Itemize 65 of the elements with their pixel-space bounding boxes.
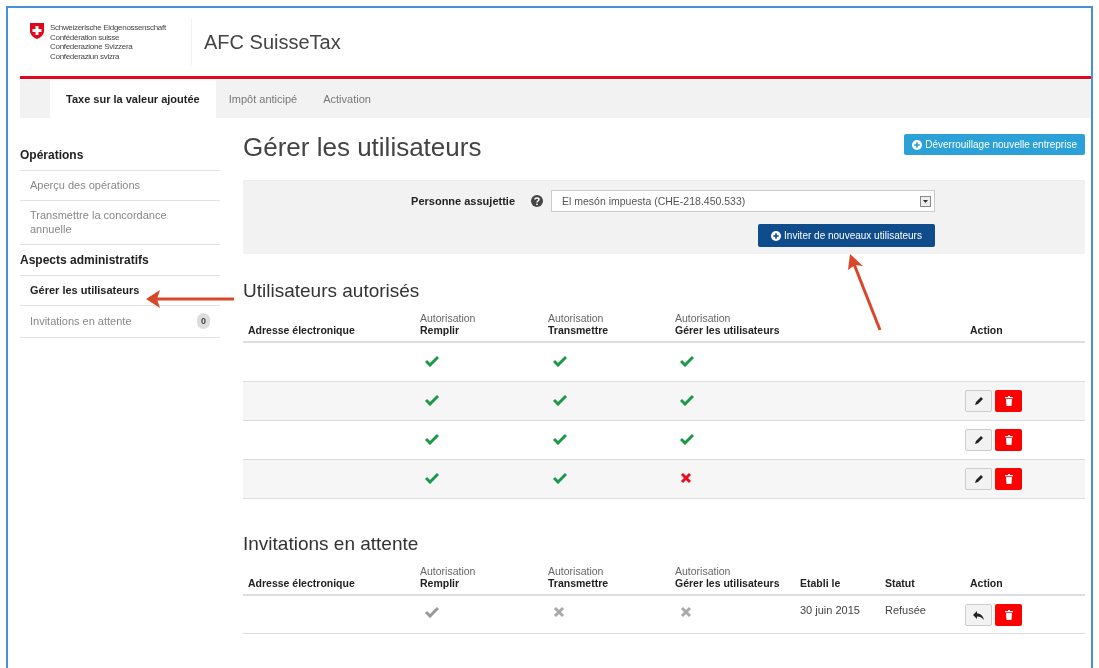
column-header: Statut bbox=[885, 577, 916, 589]
sidebar-item-label: Gérer les utilisateurs bbox=[30, 283, 140, 297]
count-badge: 0 bbox=[197, 313, 210, 329]
reply-icon bbox=[973, 610, 984, 620]
emblem-text: Confédération suisse bbox=[50, 32, 121, 42]
column-header: Transmettre bbox=[548, 577, 610, 589]
sidebar-item-label: Invitations en attente bbox=[30, 314, 132, 328]
nav-tab[interactable]: Activation bbox=[310, 80, 384, 118]
column-caption: Autorisation bbox=[548, 312, 605, 324]
trash-icon bbox=[1004, 610, 1013, 620]
taxpayer-select[interactable]: El mesón impuesta (CHE-218.450.533) bbox=[551, 190, 935, 212]
table-cell-text: Refusée bbox=[884, 604, 927, 616]
delete-button[interactable] bbox=[995, 390, 1022, 412]
edit-button[interactable] bbox=[965, 429, 992, 451]
swiss-shield-icon bbox=[30, 23, 44, 39]
dropdown-arrow-icon bbox=[923, 199, 928, 203]
column-caption: Autorisation bbox=[675, 565, 732, 577]
delete-button[interactable] bbox=[995, 468, 1022, 490]
column-header: Adresse électronique bbox=[248, 324, 356, 336]
column-header: Remplir bbox=[420, 577, 461, 589]
column-caption: Autorisation bbox=[420, 312, 477, 324]
page-title: Gérer les utilisateurs bbox=[243, 132, 482, 163]
column-header: Action bbox=[970, 324, 1004, 336]
trash-icon bbox=[1004, 474, 1013, 484]
column-header: Etabli le bbox=[800, 577, 842, 589]
sidebar-item[interactable]: Invitations en attente 0 bbox=[20, 306, 220, 338]
delete-button[interactable] bbox=[995, 604, 1022, 626]
help-icon bbox=[531, 195, 543, 207]
table-cell-text: 30 juin 2015 bbox=[799, 604, 861, 616]
sidebar-item-label: Aperçu des opérations bbox=[30, 178, 141, 192]
column-header: Gérer les utilisateurs bbox=[675, 324, 781, 336]
emblem-text: Confederazione Svizzera bbox=[50, 42, 134, 52]
reply-button[interactable] bbox=[965, 604, 992, 626]
delete-button[interactable] bbox=[995, 429, 1022, 451]
trash-icon bbox=[1004, 435, 1013, 445]
pencil-icon bbox=[973, 435, 984, 445]
plus-circle-icon bbox=[912, 139, 923, 150]
plus-circle-icon bbox=[771, 230, 782, 241]
sidebar-heading: Opérations bbox=[20, 140, 220, 171]
column-caption: Autorisation bbox=[548, 565, 605, 577]
column-header: Gérer les utilisateurs bbox=[675, 577, 781, 589]
emblem-text: Schweizerische Eidgenossenschaft bbox=[50, 23, 166, 33]
column-header: Transmettre bbox=[548, 324, 610, 336]
invite-users-button[interactable]: Inviter de nouveaux utilisateurs bbox=[758, 224, 935, 247]
column-header: Remplir bbox=[420, 324, 461, 336]
app-title: AFC SuisseTax bbox=[204, 30, 341, 54]
section-title: Invitations en attente bbox=[243, 533, 420, 555]
column-caption: Autorisation bbox=[675, 312, 732, 324]
pencil-icon bbox=[973, 474, 984, 484]
column-header: Adresse électronique bbox=[248, 577, 356, 589]
sidebar-item-label: Transmettre la concordance annuelle bbox=[30, 208, 168, 236]
column-header: Action bbox=[970, 577, 1004, 589]
sidebar-heading: Aspects administratifs bbox=[20, 245, 220, 276]
edit-button[interactable] bbox=[965, 468, 992, 490]
sidebar-item[interactable]: Transmettre la concordance annuelle bbox=[20, 201, 220, 245]
nav-tab[interactable]: Impôt anticipé bbox=[215, 80, 311, 118]
column-caption: Autorisation bbox=[420, 565, 477, 577]
section-title: Utilisateurs autorisés bbox=[243, 280, 421, 302]
pencil-icon bbox=[973, 396, 984, 406]
sidebar-item[interactable]: Aperçu des opérations bbox=[20, 171, 220, 201]
field-label: Personne assujettie bbox=[411, 195, 515, 207]
trash-icon bbox=[1004, 396, 1013, 406]
nav-tab[interactable]: Taxe sur la valeur ajoutée bbox=[50, 80, 216, 118]
emblem-text: Confederaziun svizra bbox=[50, 51, 121, 61]
edit-button[interactable] bbox=[965, 390, 992, 412]
